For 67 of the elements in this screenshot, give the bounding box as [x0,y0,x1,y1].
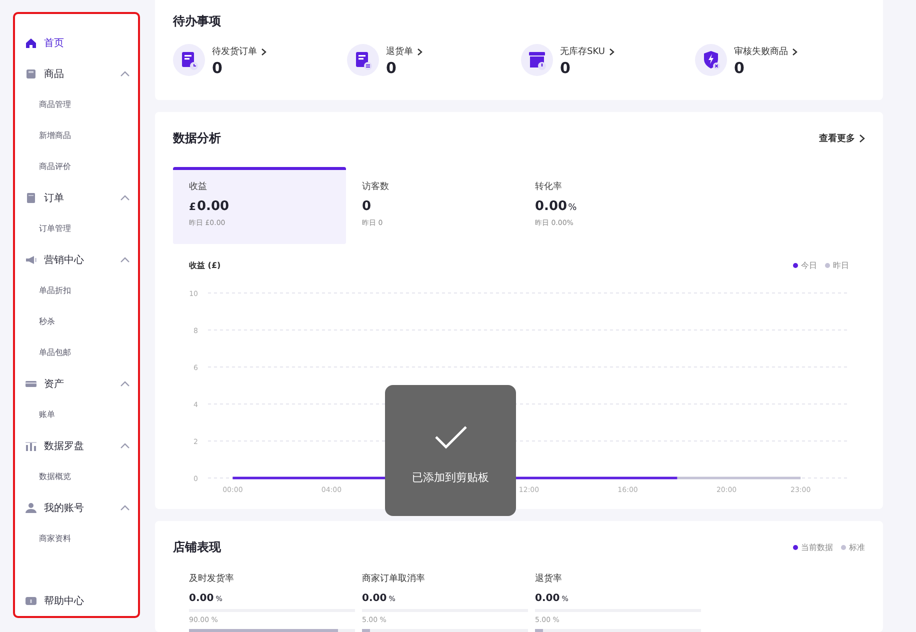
nav-item[interactable]: 首页 [15,27,138,58]
archive-icon [521,44,553,76]
nav-subitem[interactable]: 单品包邮 [15,337,138,368]
count-value: 0 [560,59,572,77]
section-title: 数据分析 [173,130,221,147]
document-return-icon [347,44,379,76]
nav-item[interactable]: 资产 [15,368,138,399]
legend-label: 当前数据 [801,542,833,553]
nav-subitem[interactable]: 秒杀 [15,306,138,337]
unit-label: % [568,203,577,213]
metric-value: 0.00 [362,593,387,604]
nav-subitem[interactable]: 商品评价 [15,151,138,182]
home-icon [25,36,37,48]
stat-value: 0 [362,199,372,214]
todo-link[interactable]: 审核失败商品 [734,45,798,58]
nav-item[interactable]: 帮助中心 [15,585,138,616]
document-icon [25,192,37,204]
stat-label: 访客数 [362,180,390,193]
chevron-icon [417,48,423,56]
currency-symbol: £ [189,202,196,213]
bar-chart-icon [25,440,37,452]
count-value: 0 [212,59,224,77]
stat-label: 转化率 [535,180,563,193]
stat-value: 0.00 [535,199,568,214]
nav-subitem[interactable]: 数据概览 [15,461,138,492]
section-title: 店铺表现 [173,539,221,556]
nav-item[interactable]: 数据罗盘 [15,430,138,461]
check-icon [434,424,468,450]
nav-subitem[interactable]: 商家资料 [15,523,138,554]
shield-icon [695,44,727,76]
nav-subitem[interactable]: 订单管理 [15,213,138,244]
nav-item[interactable]: 营销中心 [15,244,138,275]
help-icon [25,594,37,606]
megaphone-icon [25,254,37,266]
metric-label: 及时发货率 [189,572,235,585]
package-icon [25,68,37,80]
chevron-icon [261,48,267,56]
metric-label: 退货率 [535,572,563,585]
nav-item[interactable]: 我的账号 [15,492,138,523]
metric-label: 商家订单取消率 [362,572,426,585]
nav-subitem[interactable]: 商品管理 [15,89,138,120]
count-value: 0 [386,59,398,77]
section-title: 待办事项 [173,13,222,30]
nav-subitem[interactable]: 单品折扣 [15,275,138,306]
stat-value: 0.00 [196,199,230,214]
chevron-icon [859,134,865,143]
todo-link[interactable]: 退货单 [386,45,423,58]
todo-link[interactable]: 无库存SKU [560,45,615,58]
person-icon [25,502,37,514]
view-more-link[interactable]: 查看更多 [819,132,865,145]
chevron-icon [792,48,798,56]
chevron-icon [608,48,615,56]
legend-label: 今日 [801,260,817,271]
nav-item[interactable]: 商品 [15,58,138,89]
metric-value: 0.00 [189,593,214,604]
todo-link[interactable]: 待发货订单 [212,45,267,58]
legend-label: 标准 [849,542,865,553]
document-clock-icon [173,44,205,76]
chart-title: 收益 (£) [189,260,221,271]
stat-label: 收益 [189,180,208,193]
metric-value: 0.00 [535,593,560,604]
count-value: 0 [734,59,746,77]
legend-label: 昨日 [833,260,849,271]
nav-item[interactable]: 订单 [15,182,138,213]
toast-message: 已添加到剪贴板 [412,470,489,485]
nav-subitem[interactable]: 账单 [15,399,138,430]
nav-subitem[interactable]: 新增商品 [15,120,138,151]
